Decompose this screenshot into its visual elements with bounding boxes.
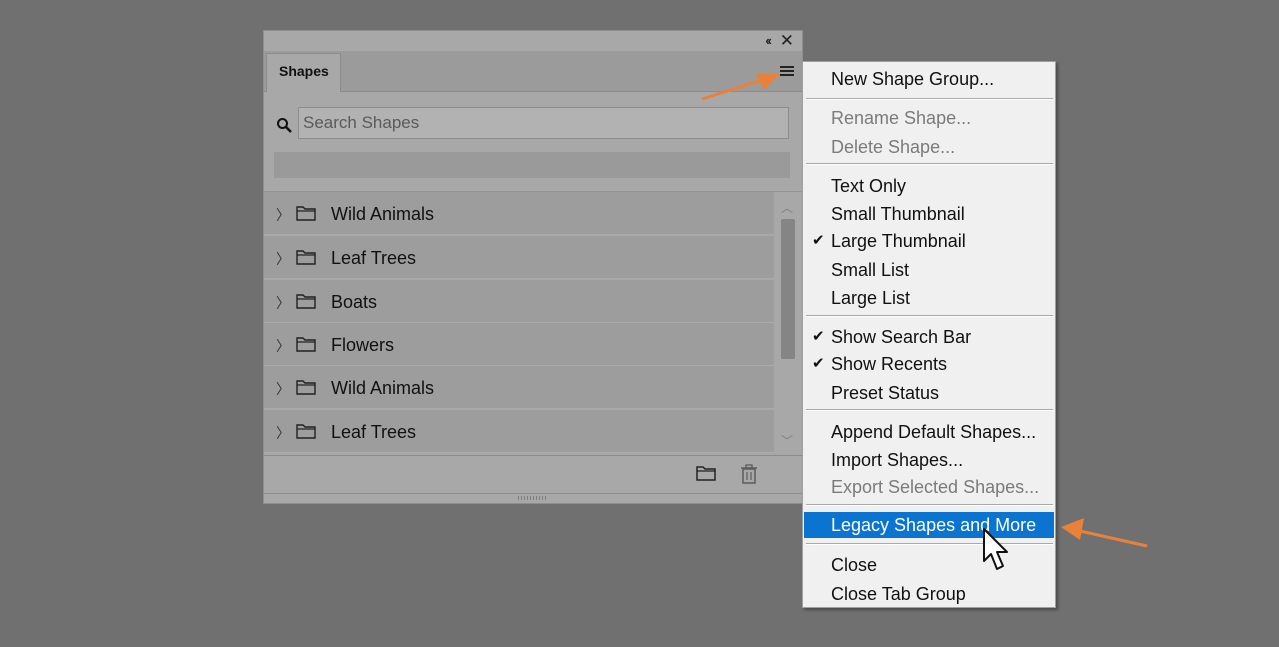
arrow-to-legacy-item (1061, 518, 1148, 548)
annotation-arrows (701, 74, 1148, 548)
mouse-pointer-icon (983, 528, 1008, 570)
arrow-to-menu-icon (701, 74, 780, 101)
